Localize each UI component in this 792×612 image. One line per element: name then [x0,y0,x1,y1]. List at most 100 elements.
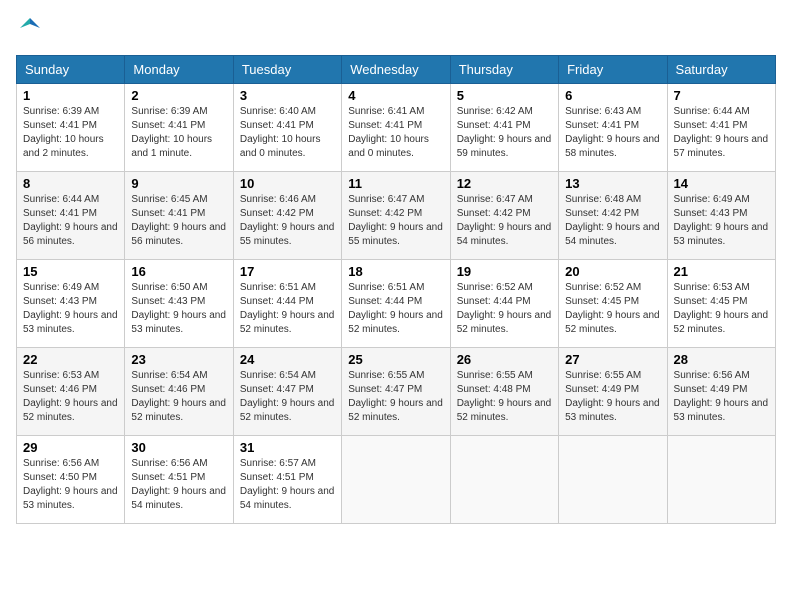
day-info: Sunrise: 6:40 AMSunset: 4:41 PMDaylight:… [240,105,335,161]
day-number: 30 [131,440,226,455]
day-number: 14 [674,176,769,191]
calendar-cell: 19 Sunrise: 6:52 AMSunset: 4:44 PMDayligh… [450,259,558,347]
calendar-cell: 3 Sunrise: 6:40 AMSunset: 4:41 PMDaylight… [233,83,341,171]
calendar-cell [450,435,558,523]
calendar-cell: 6Sunrise: 6:43 AMSunset: 4:41 PMDaylight… [559,83,667,171]
day-info: Sunrise: 6:39 AMSunset: 4:41 PMDaylight:… [23,105,118,161]
day-number: 7 [674,88,769,103]
header-tuesday: Tuesday [233,55,341,83]
day-number: 17 [240,264,335,279]
day-number: 31 [240,440,335,455]
day-number: 23 [131,352,226,367]
calendar-cell: 5Sunrise: 6:42 AMSunset: 4:41 PMDaylight… [450,83,558,171]
day-info: Sunrise: 6:42 AMSunset: 4:41 PMDaylight:… [457,105,552,161]
calendar-cell: 11Sunrise: 6:47 AMSunset: 4:42 PMDayligh… [342,171,450,259]
calendar-week-row: 8Sunrise: 6:44 AMSunset: 4:41 PMDaylight… [17,171,776,259]
day-info: Sunrise: 6:56 AMSunset: 4:49 PMDaylight:… [674,369,769,425]
calendar-week-row: 22Sunrise: 6:53 AMSunset: 4:46 PMDayligh… [17,347,776,435]
calendar-cell: 7 Sunrise: 6:44 AMSunset: 4:41 PMDaylight… [667,83,775,171]
day-number: 18 [348,264,443,279]
header-friday: Friday [559,55,667,83]
day-info: Sunrise: 6:51 AMSunset: 4:44 PMDaylight:… [240,281,335,337]
calendar-cell: 16 Sunrise: 6:50 AMSunset: 4:43 PMDayligh… [125,259,233,347]
day-number: 16 [131,264,226,279]
day-info: Sunrise: 6:41 AMSunset: 4:41 PMDaylight:… [348,105,443,161]
calendar-cell: 12Sunrise: 6:47 AMSunset: 4:42 PMDayligh… [450,171,558,259]
day-info: Sunrise: 6:45 AMSunset: 4:41 PMDaylight:… [131,193,226,249]
day-info: Sunrise: 6:43 AMSunset: 4:41 PMDaylight:… [565,105,660,161]
calendar-cell: 1 Sunrise: 6:39 AMSunset: 4:41 PMDaylight… [17,83,125,171]
day-info: Sunrise: 6:48 AMSunset: 4:42 PMDaylight:… [565,193,660,249]
day-number: 3 [240,88,335,103]
day-number: 10 [240,176,335,191]
calendar-cell: 2 Sunrise: 6:39 AMSunset: 4:41 PMDaylight… [125,83,233,171]
calendar-cell: 18 Sunrise: 6:51 AMSunset: 4:44 PMDayligh… [342,259,450,347]
day-number: 24 [240,352,335,367]
logo [16,16,42,45]
calendar-week-row: 29 Sunrise: 6:56 AMSunset: 4:50 PMDayligh… [17,435,776,523]
day-number: 25 [348,352,443,367]
day-info: Sunrise: 6:49 AMSunset: 4:43 PMDaylight:… [23,281,118,337]
calendar-cell: 17 Sunrise: 6:51 AMSunset: 4:44 PMDayligh… [233,259,341,347]
header-saturday: Saturday [667,55,775,83]
calendar-cell [342,435,450,523]
calendar-cell: 22Sunrise: 6:53 AMSunset: 4:46 PMDayligh… [17,347,125,435]
calendar-cell: 4 Sunrise: 6:41 AMSunset: 4:41 PMDaylight… [342,83,450,171]
day-info: Sunrise: 6:44 AMSunset: 4:41 PMDaylight:… [674,105,769,161]
day-number: 21 [674,264,769,279]
day-info: Sunrise: 6:52 AMSunset: 4:44 PMDaylight:… [457,281,552,337]
header-sunday: Sunday [17,55,125,83]
calendar-cell: 29 Sunrise: 6:56 AMSunset: 4:50 PMDayligh… [17,435,125,523]
calendar-cell: 30 Sunrise: 6:56 AMSunset: 4:51 PMDayligh… [125,435,233,523]
calendar-cell: 15 Sunrise: 6:49 AMSunset: 4:43 PMDayligh… [17,259,125,347]
day-info: Sunrise: 6:56 AMSunset: 4:50 PMDaylight:… [23,457,118,513]
day-info: Sunrise: 6:46 AMSunset: 4:42 PMDaylight:… [240,193,335,249]
day-number: 22 [23,352,118,367]
day-number: 2 [131,88,226,103]
calendar-table: SundayMondayTuesdayWednesdayThursdayFrid… [16,55,776,524]
header-wednesday: Wednesday [342,55,450,83]
day-info: Sunrise: 6:55 AMSunset: 4:47 PMDaylight:… [348,369,443,425]
day-number: 13 [565,176,660,191]
day-info: Sunrise: 6:39 AMSunset: 4:41 PMDaylight:… [131,105,226,161]
calendar-cell: 8Sunrise: 6:44 AMSunset: 4:41 PMDaylight… [17,171,125,259]
day-info: Sunrise: 6:52 AMSunset: 4:45 PMDaylight:… [565,281,660,337]
calendar-cell: 28 Sunrise: 6:56 AMSunset: 4:49 PMDayligh… [667,347,775,435]
calendar-cell [667,435,775,523]
day-info: Sunrise: 6:44 AMSunset: 4:41 PMDaylight:… [23,193,118,249]
calendar-cell: 24 Sunrise: 6:54 AMSunset: 4:47 PMDayligh… [233,347,341,435]
day-info: Sunrise: 6:55 AMSunset: 4:49 PMDaylight:… [565,369,660,425]
day-number: 9 [131,176,226,191]
calendar-cell: 9 Sunrise: 6:45 AMSunset: 4:41 PMDaylight… [125,171,233,259]
day-number: 20 [565,264,660,279]
day-number: 4 [348,88,443,103]
calendar-cell: 14 Sunrise: 6:49 AMSunset: 4:43 PMDayligh… [667,171,775,259]
day-info: Sunrise: 6:56 AMSunset: 4:51 PMDaylight:… [131,457,226,513]
day-info: Sunrise: 6:53 AMSunset: 4:45 PMDaylight:… [674,281,769,337]
day-info: Sunrise: 6:50 AMSunset: 4:43 PMDaylight:… [131,281,226,337]
day-info: Sunrise: 6:49 AMSunset: 4:43 PMDaylight:… [674,193,769,249]
calendar-cell: 20 Sunrise: 6:52 AMSunset: 4:45 PMDayligh… [559,259,667,347]
day-info: Sunrise: 6:47 AMSunset: 4:42 PMDaylight:… [348,193,443,249]
calendar-cell: 21 Sunrise: 6:53 AMSunset: 4:45 PMDayligh… [667,259,775,347]
calendar-week-row: 15 Sunrise: 6:49 AMSunset: 4:43 PMDayligh… [17,259,776,347]
calendar-week-row: 1 Sunrise: 6:39 AMSunset: 4:41 PMDaylight… [17,83,776,171]
calendar-cell: 31Sunrise: 6:57 AMSunset: 4:51 PMDayligh… [233,435,341,523]
day-number: 28 [674,352,769,367]
day-number: 15 [23,264,118,279]
day-info: Sunrise: 6:54 AMSunset: 4:46 PMDaylight:… [131,369,226,425]
day-info: Sunrise: 6:55 AMSunset: 4:48 PMDaylight:… [457,369,552,425]
calendar-cell: 13 Sunrise: 6:48 AMSunset: 4:42 PMDayligh… [559,171,667,259]
day-number: 19 [457,264,552,279]
calendar-cell: 10 Sunrise: 6:46 AMSunset: 4:42 PMDayligh… [233,171,341,259]
day-info: Sunrise: 6:47 AMSunset: 4:42 PMDaylight:… [457,193,552,249]
page-header [16,16,776,45]
calendar-header-row: SundayMondayTuesdayWednesdayThursdayFrid… [17,55,776,83]
calendar-cell: 27Sunrise: 6:55 AMSunset: 4:49 PMDayligh… [559,347,667,435]
day-number: 1 [23,88,118,103]
calendar-cell: 26 Sunrise: 6:55 AMSunset: 4:48 PMDayligh… [450,347,558,435]
day-info: Sunrise: 6:51 AMSunset: 4:44 PMDaylight:… [348,281,443,337]
day-info: Sunrise: 6:54 AMSunset: 4:47 PMDaylight:… [240,369,335,425]
day-number: 29 [23,440,118,455]
day-number: 26 [457,352,552,367]
